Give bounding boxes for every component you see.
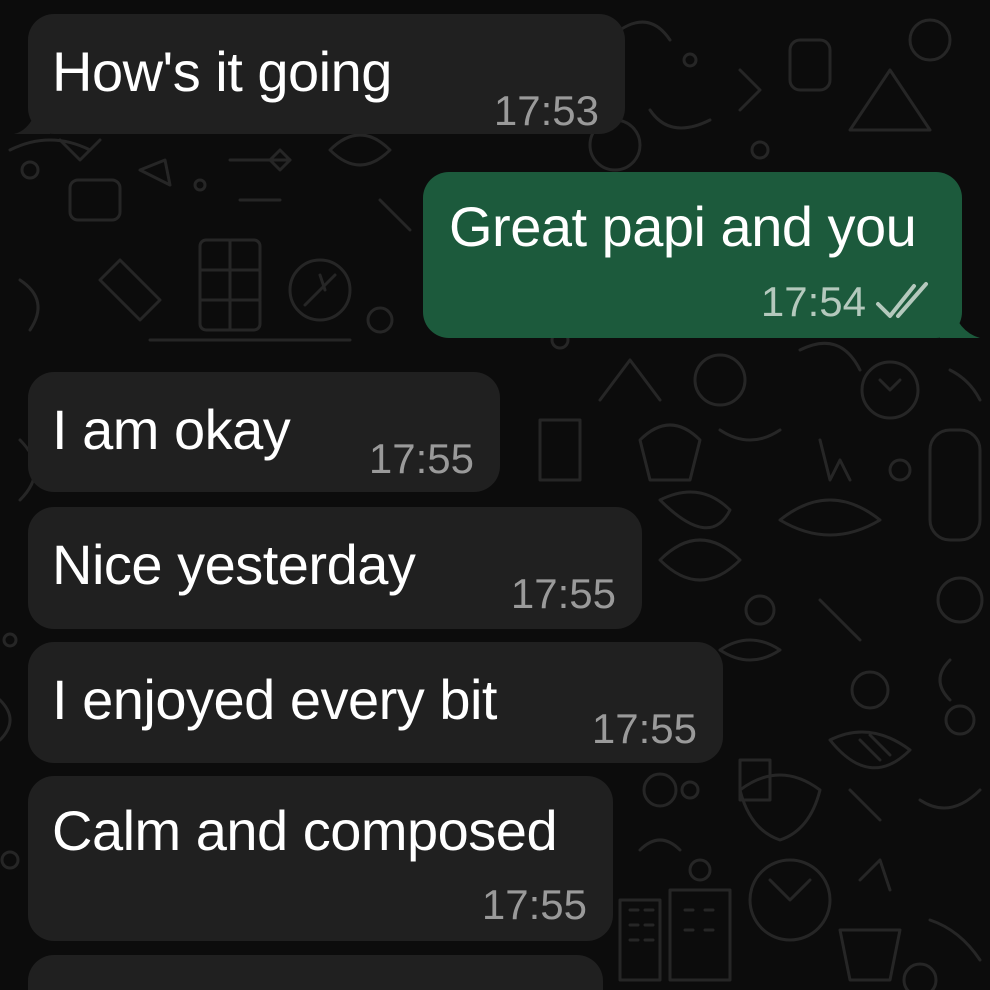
message-text: I am okay: [52, 398, 291, 461]
message-bubble-incoming[interactable]: How's it going 17:53: [28, 14, 625, 134]
chat-view[interactable]: How's it going 17:53 Great papi and you …: [0, 0, 990, 990]
message-text: How's it going: [52, 40, 392, 103]
message-timestamp: 17:55: [591, 705, 697, 752]
message-bubble-incoming[interactable]: I am okay 17:55: [28, 372, 500, 492]
message-timestamp: 17:55: [481, 881, 587, 928]
message-text: Great papi and you: [449, 195, 917, 258]
bubble-tail: [14, 100, 50, 134]
message-timestamp: 17:55: [368, 435, 474, 482]
message-text: I enjoyed every bit: [52, 668, 497, 731]
message-timestamp: 17:53: [493, 87, 599, 134]
message-bubble-incoming[interactable]: I enjoyed every bit 17:55: [28, 642, 723, 763]
double-check-icon: [876, 282, 928, 318]
message-text: Calm and composed: [52, 799, 558, 862]
message-timestamp: 17:55: [510, 570, 616, 617]
message-timestamp: 17:54: [760, 278, 866, 325]
message-text: Nice yesterday: [52, 533, 416, 596]
message-bubble-incoming-partial[interactable]: [28, 955, 603, 990]
message-bubble-outgoing[interactable]: Great papi and you 17:54: [423, 172, 962, 338]
message-bubble-incoming[interactable]: Calm and composed 17:55: [28, 776, 613, 941]
bubble-tail: [940, 302, 980, 338]
message-bubble-incoming[interactable]: Nice yesterday 17:55: [28, 507, 642, 629]
